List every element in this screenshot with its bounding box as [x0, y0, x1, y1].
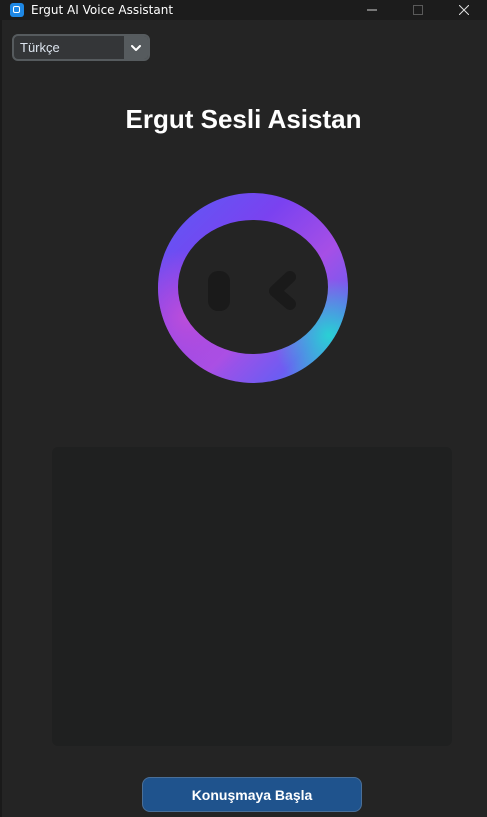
- title-bar[interactable]: Ergut AI Voice Assistant: [0, 0, 487, 20]
- window-edge: [0, 20, 2, 817]
- start-conversation-button[interactable]: Konuşmaya Başla: [142, 777, 362, 812]
- minimize-icon: [367, 9, 377, 11]
- maximize-button[interactable]: [395, 0, 441, 20]
- language-dropdown[interactable]: Türkçe: [12, 34, 150, 61]
- maximize-icon: [413, 5, 423, 15]
- chevron-down-icon[interactable]: [124, 36, 148, 59]
- robot-face-ring-icon: [158, 193, 348, 383]
- close-button[interactable]: [441, 0, 487, 20]
- app-window-icon: [10, 3, 24, 17]
- app-window: Ergut AI Voice Assistant Türkçe Ergut Se…: [0, 0, 487, 817]
- window-controls: [349, 0, 487, 20]
- minimize-button[interactable]: [349, 0, 395, 20]
- page-title: Ergut Sesli Asistan: [125, 104, 362, 134]
- transcript-area[interactable]: [52, 447, 452, 746]
- robot-left-eye: [208, 271, 230, 311]
- close-icon: [459, 5, 469, 15]
- language-dropdown-value: Türkçe: [20, 40, 60, 55]
- avatar: [158, 193, 348, 383]
- window-title: Ergut AI Voice Assistant: [31, 3, 174, 17]
